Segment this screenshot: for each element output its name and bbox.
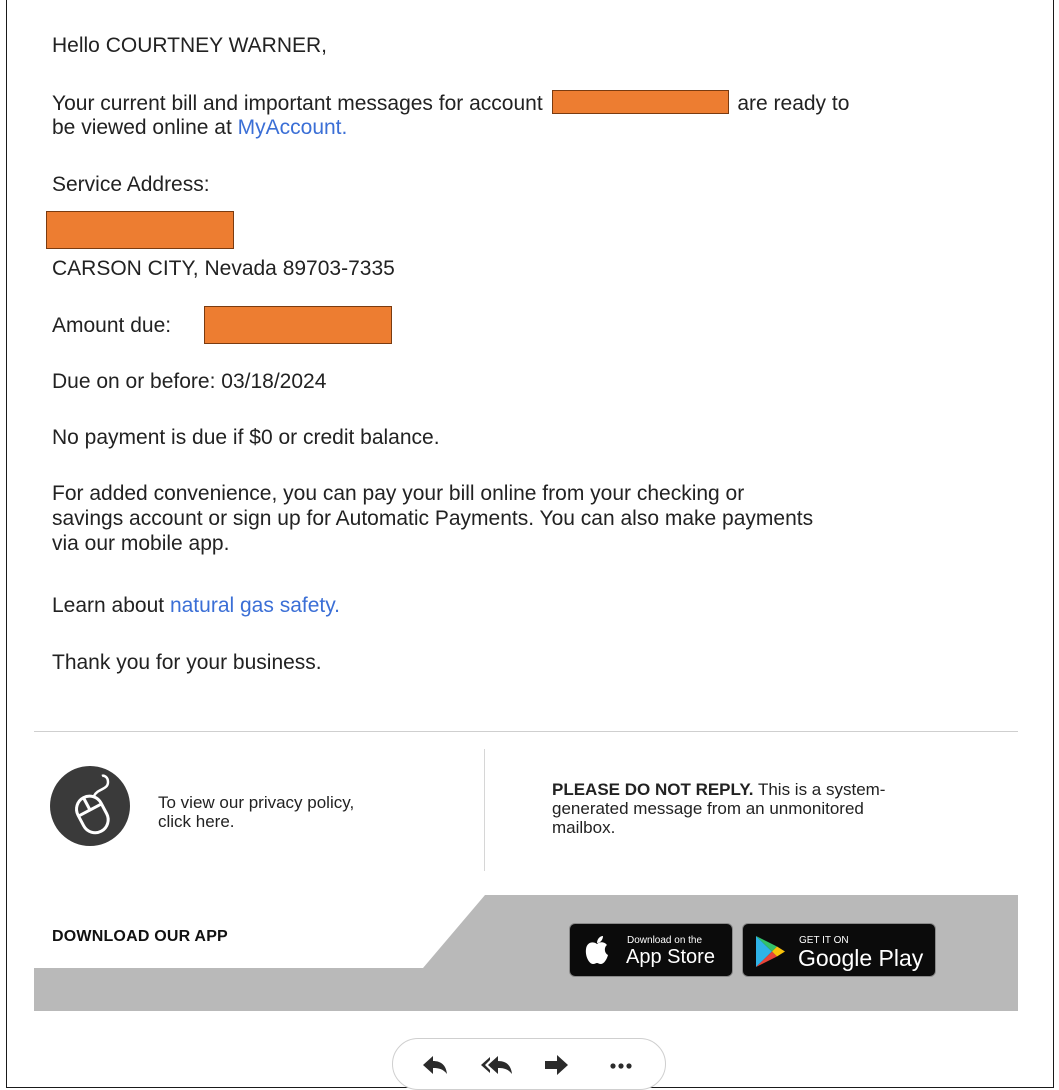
message-action-toolbar <box>392 1038 666 1090</box>
privacy-line-1: To view our privacy policy, <box>158 793 355 812</box>
forward-button[interactable] <box>537 1051 577 1079</box>
app-store-button[interactable]: Download on the App Store <box>569 923 733 977</box>
privacy-policy-link[interactable]: To view our privacy policy, click here. <box>158 793 354 831</box>
myaccount-link[interactable]: MyAccount <box>238 116 342 139</box>
bill-line-1: Your current bill and important messages… <box>52 90 849 116</box>
bill-text-a: Your current bill and important messages… <box>52 92 543 115</box>
due-date: Due on or before: 03/18/2024 <box>52 370 327 393</box>
google-play-big-text: Google Play <box>798 945 924 971</box>
convenience-line-1: For added convenience, you can pay your … <box>52 482 745 505</box>
bill-line-2: be viewed online at MyAccount. <box>52 115 347 140</box>
no-reply-line-3: mailbox. <box>552 818 616 837</box>
amount-due-redaction <box>204 306 392 344</box>
footer-vertical-divider <box>484 749 485 871</box>
reply-all-button[interactable] <box>477 1051 517 1079</box>
learn-prefix: Learn about <box>52 594 165 617</box>
privacy-line-2: click here. <box>158 812 235 831</box>
google-play-logo-icon <box>756 936 785 967</box>
no-reply-text-1: This is a system- <box>757 780 886 799</box>
myaccount-link-period: . <box>341 116 348 139</box>
no-payment-note: No payment is due if $0 or credit balanc… <box>52 426 440 449</box>
reply-all-icon <box>481 1056 512 1074</box>
gas-safety-link-period: . <box>334 594 341 617</box>
footer-divider <box>34 731 1018 732</box>
street-address-redaction <box>46 211 234 249</box>
thanks: Thank you for your business. <box>52 651 322 674</box>
no-reply-bold: PLEASE DO NOT REPLY. <box>552 780 754 799</box>
no-reply-notice: PLEASE DO NOT REPLY. This is a system- g… <box>552 780 992 837</box>
reply-icon <box>423 1056 447 1074</box>
more-icon <box>610 1063 632 1069</box>
bill-text-b: are ready to <box>737 92 850 115</box>
app-store-small-text: Download on the <box>627 935 703 946</box>
google-play-button[interactable]: GET IT ON Google Play <box>742 923 936 977</box>
reply-button[interactable] <box>413 1051 453 1079</box>
apple-logo-icon <box>585 936 608 964</box>
convenience-line-3: via our mobile app. <box>52 532 230 555</box>
amount-due-label: Amount due: <box>52 314 172 337</box>
no-reply-line-2: generated message from an unmonitored <box>552 799 864 818</box>
privacy-icon-circle[interactable] <box>50 766 130 846</box>
greeting: Hello COURTNEY WARNER, <box>52 34 327 57</box>
more-actions-button[interactable] <box>601 1051 641 1079</box>
app-store-big-text: App Store <box>626 946 715 968</box>
download-app-title: DOWNLOAD OUR APP <box>52 928 228 945</box>
service-address-label: Service Address: <box>52 173 210 196</box>
no-reply-line-1: PLEASE DO NOT REPLY. This is a system- <box>552 780 992 799</box>
forward-icon <box>545 1055 568 1075</box>
account-number-redaction <box>551 90 729 114</box>
address-city: CARSON CITY, Nevada 89703-7335 <box>52 257 395 280</box>
gas-safety-link[interactable]: natural gas safety <box>170 594 334 617</box>
bill-text-c: be viewed online at <box>52 116 232 139</box>
learn-line: Learn about natural gas safety. <box>52 593 340 618</box>
computer-mouse-icon <box>75 774 110 835</box>
convenience-line-2: savings account or sign up for Automatic… <box>52 507 814 530</box>
